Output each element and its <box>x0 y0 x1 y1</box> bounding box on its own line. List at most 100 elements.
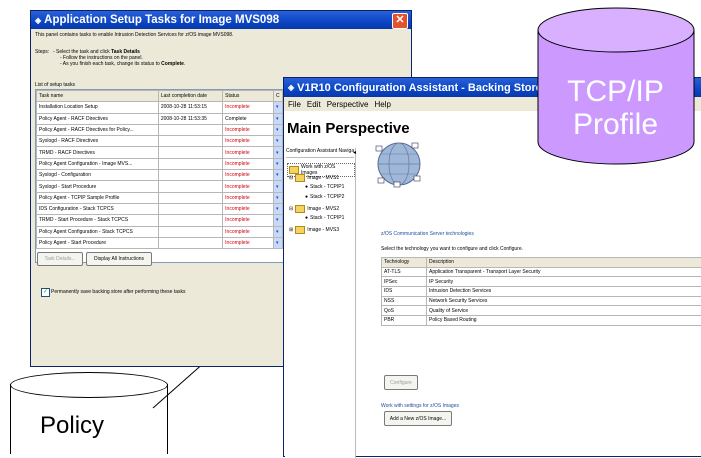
select-technology-instruction: Select the technology you want to config… <box>381 246 523 252</box>
col-status[interactable]: Status <box>223 91 274 102</box>
globe-network-image <box>372 138 424 190</box>
task-row[interactable]: Policy Agent Configuration - Image MVS..… <box>37 158 283 169</box>
task-row[interactable]: Syslogd - ConfigurationIncomplete▾ <box>37 170 283 181</box>
technology-table-header: Technology Description <box>382 258 701 268</box>
status-dropdown-icon[interactable]: ▾ <box>273 226 282 237</box>
close-button[interactable]: ✕ <box>392 13 408 29</box>
task-row[interactable]: Policy Agent - Start ProcedureIncomplete… <box>37 237 283 248</box>
technology-name-cell: PBR <box>382 316 427 326</box>
task-date-cell: 2008-10-28 11:53:35 <box>158 113 222 124</box>
task-row[interactable]: Policy Agent - RACF Directives for Polic… <box>37 124 283 135</box>
technology-description-cell: Application Transparent - Transport Laye… <box>427 267 701 277</box>
expand-icon[interactable]: ⊞ <box>289 227 293 233</box>
steps-label: Steps: <box>35 49 49 55</box>
menu-edit[interactable]: Edit <box>307 100 321 109</box>
menu-perspective[interactable]: Perspective <box>327 100 369 109</box>
task-status-cell[interactable]: Incomplete <box>223 147 274 158</box>
status-dropdown-icon[interactable]: ▾ <box>273 181 282 192</box>
tcpip-profile-cylinder: TCP/IP Profile <box>530 0 701 168</box>
tree-image-mvs2-label: Image - MVS2 <box>307 206 339 212</box>
task-date-cell <box>158 124 222 135</box>
task-status-cell[interactable]: Incomplete <box>223 158 274 169</box>
technology-row[interactable]: IDSIntrusion Detection Services <box>382 287 701 297</box>
task-row[interactable]: Syslogd - RACF DirectivesIncomplete▾ <box>37 136 283 147</box>
col-extra[interactable]: C <box>273 91 282 102</box>
menu-help[interactable]: Help <box>374 100 390 109</box>
save-backing-store-label: Permanently save backing store after per… <box>51 289 186 295</box>
task-row[interactable]: Policy Agent Configuration - Stack TCPCS… <box>37 226 283 237</box>
technology-name-cell: AT-TLS <box>382 267 427 277</box>
task-row[interactable]: IDS Configuration - Stack TCPCSIncomplet… <box>37 203 283 214</box>
task-details-button[interactable]: Task Details... <box>37 252 83 266</box>
status-dropdown-icon[interactable]: ▾ <box>273 136 282 147</box>
status-dropdown-icon[interactable]: ▾ <box>273 124 282 135</box>
technology-name-cell: QoS <box>382 306 427 316</box>
setup-tasks-titlebar[interactable]: ◈ Application Setup Tasks for Image MVS0… <box>31 11 411 29</box>
tree-stack-tcpip1[interactable]: ● Stack - TCPIP1 <box>305 184 344 190</box>
task-name-cell: TRMD - RACF Directives <box>37 147 159 158</box>
task-status-cell[interactable]: Incomplete <box>223 124 274 135</box>
stack-node-icon: ● <box>305 215 308 221</box>
comm-server-group-label: z/OS Communication Server technologies <box>381 231 474 237</box>
task-row[interactable]: Policy Agent - RACF Directives2008-10-28… <box>37 113 283 124</box>
task-status-cell[interactable]: Incomplete <box>223 181 274 192</box>
task-row[interactable]: Policy Agent - TCPIP Sample ProfileIncom… <box>37 192 283 203</box>
setup-window-title: Application Setup Tasks for Image MVS098 <box>44 14 279 26</box>
task-status-cell[interactable]: Incomplete <box>223 226 274 237</box>
task-name-cell: Syslogd - Start Procedure <box>37 181 159 192</box>
technology-row[interactable]: QoSQuality of Service <box>382 306 701 316</box>
task-status-cell[interactable]: Incomplete <box>223 237 274 248</box>
status-dropdown-icon[interactable]: ▾ <box>273 215 282 226</box>
task-status-cell[interactable]: Incomplete <box>223 136 274 147</box>
technology-row[interactable]: PBRPolicy Based Routing <box>382 316 701 326</box>
task-status-cell[interactable]: Incomplete <box>223 102 274 113</box>
task-date-cell <box>158 215 222 226</box>
task-name-cell: Policy Agent Configuration - Stack TCPCS <box>37 226 159 237</box>
task-row[interactable]: Installation Location Setup2008-10-28 11… <box>37 102 283 113</box>
tree-stack-mvs2-tcpip1[interactable]: ● Stack - TCPIP1 <box>305 215 344 221</box>
status-dropdown-icon[interactable]: ▾ <box>273 203 282 214</box>
task-date-cell <box>158 203 222 214</box>
stack-node-icon: ● <box>305 194 308 200</box>
col-description[interactable]: Description <box>427 258 701 268</box>
task-status-cell[interactable]: Incomplete <box>223 203 274 214</box>
tree-stack-tcpip2-label: Stack - TCPIP2 <box>310 194 344 200</box>
save-backing-store-checkbox[interactable]: ✓ <box>41 288 50 297</box>
task-row[interactable]: TRMD - Start Procedure - Stack TCPCSInco… <box>37 215 283 226</box>
menu-file[interactable]: File <box>288 100 301 109</box>
status-dropdown-icon[interactable]: ▾ <box>273 113 282 124</box>
nav-collapse-arrow[interactable]: ◂ <box>353 149 356 156</box>
tcpip-profile-line2: Profile <box>530 108 701 142</box>
status-dropdown-icon[interactable]: ▾ <box>273 147 282 158</box>
task-status-cell[interactable]: Incomplete <box>223 192 274 203</box>
tree-image-mvs2[interactable]: ⊟ Image - MVS2 <box>289 205 339 213</box>
task-status-cell[interactable]: Incomplete <box>223 215 274 226</box>
folder-icon <box>289 166 299 174</box>
tree-stack-tcpip2[interactable]: ● Stack - TCPIP2 <box>305 194 344 200</box>
task-row[interactable]: TRMD - RACF Directives Incomplete▾ <box>37 147 283 158</box>
status-dropdown-icon[interactable]: ▾ <box>273 102 282 113</box>
technology-row[interactable]: NSSNetwork Security Services <box>382 296 701 306</box>
task-status-cell[interactable]: Incomplete <box>223 170 274 181</box>
expand-icon[interactable]: ⊟ <box>289 206 293 212</box>
technology-row[interactable]: IPSecIP Security <box>382 277 701 287</box>
tree-image-mvs1[interactable]: ⊟ Image - MVS1 <box>289 174 339 182</box>
status-dropdown-icon[interactable]: ▾ <box>273 158 282 169</box>
display-all-instructions-button[interactable]: Display All Instructions <box>86 252 152 266</box>
status-dropdown-icon[interactable]: ▾ <box>273 192 282 203</box>
col-task-name[interactable]: Task name <box>37 91 159 102</box>
app-icon: ◈ <box>35 16 41 25</box>
col-technology[interactable]: Technology <box>382 258 427 268</box>
technology-row[interactable]: AT-TLSApplication Transparent - Transpor… <box>382 267 701 277</box>
add-zos-image-button[interactable]: Add a New z/OS Image... <box>384 411 452 426</box>
configure-button[interactable]: Configure <box>384 375 418 390</box>
col-completion-date[interactable]: Last completion date <box>158 91 222 102</box>
status-dropdown-icon[interactable]: ▾ <box>273 237 282 248</box>
tree-image-mvs3[interactable]: ⊞ Image - MVS3 <box>289 226 339 234</box>
expand-icon[interactable]: ⊟ <box>289 175 293 181</box>
task-row[interactable]: Syslogd - Start Procedure Incomplete▾ <box>37 181 283 192</box>
stack-node-icon: ● <box>305 184 308 190</box>
technology-description-cell: Network Security Services <box>427 296 701 306</box>
status-dropdown-icon[interactable]: ▾ <box>273 170 282 181</box>
task-status-cell[interactable]: Complete <box>223 113 274 124</box>
